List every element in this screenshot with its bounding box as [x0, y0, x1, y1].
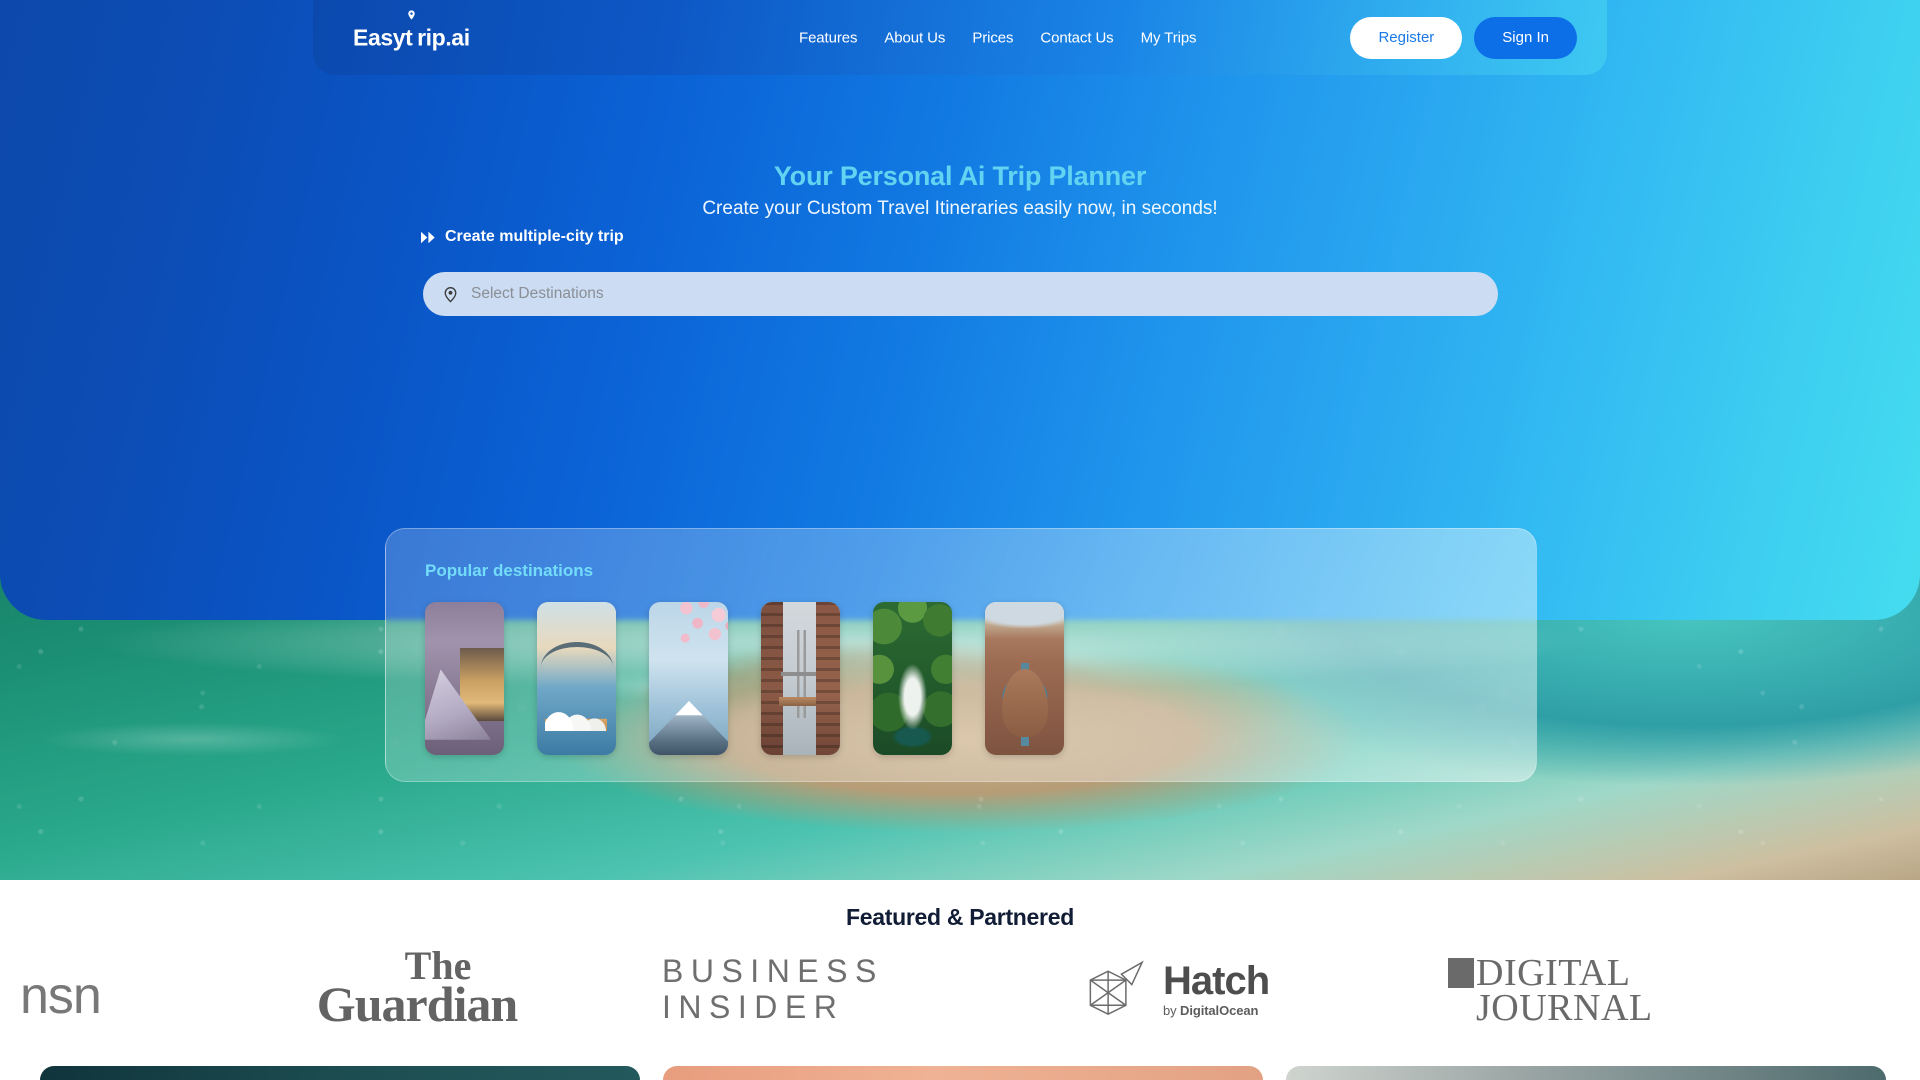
create-multicity-trip-label: Create multiple-city trip: [445, 228, 624, 245]
hatch-by-prefix: by: [1163, 1002, 1181, 1018]
nav-item-prices[interactable]: Prices: [972, 29, 1013, 46]
paris-louvre-image: [425, 602, 504, 755]
business-insider-line1: BUSINESS: [662, 953, 884, 989]
brand-name-t: t: [405, 24, 413, 50]
destination-thumb-sydney-opera-house[interactable]: [537, 602, 616, 755]
create-multicity-trip-link[interactable]: Create multiple-city trip: [421, 228, 624, 246]
destination-thumb-mount-fuji[interactable]: [649, 602, 728, 755]
digital-journal-line1: DIGITAL: [1448, 954, 1698, 992]
next-section-cards-peek: [0, 1066, 1920, 1080]
hatch-logo-byline: by DigitalOcean: [1163, 1003, 1269, 1018]
destination-thumb-manhattan-bridge[interactable]: [761, 602, 840, 755]
horseshoe-bend-image: [985, 602, 1064, 755]
featured-partnered-title: Featured & Partnered: [846, 904, 1074, 930]
fast-forward-icon: [421, 231, 435, 243]
peek-card-1[interactable]: [40, 1066, 640, 1080]
brand-logo[interactable]: Easy t rip.ai: [353, 9, 470, 51]
auth-buttons: Register Sign In: [1350, 16, 1577, 59]
the-guardian-logo[interactable]: The Guardian: [292, 945, 542, 1033]
popular-destinations-title: Popular destinations: [425, 561, 594, 580]
msn-logo[interactable]: nsn: [20, 966, 102, 1026]
destination-search-input[interactable]: [471, 285, 1479, 303]
brand-pin-t-wrap: t: [405, 9, 417, 51]
hatch-logo-name: Hatch: [1163, 958, 1270, 1003]
bridge-deck-detail: [779, 696, 823, 706]
digital-journal-logo[interactable]: DIGITAL JOURNAL: [1448, 954, 1698, 1029]
destination-thumb-jungle-waterfall[interactable]: [873, 602, 952, 755]
hero-subtitle: Create your Custom Travel Itineraries ea…: [702, 198, 1218, 219]
nav-item-features[interactable]: Features: [799, 29, 858, 46]
location-pin-icon: [408, 9, 415, 20]
destination-thumb-horseshoe-bend[interactable]: [985, 602, 1064, 755]
business-insider-line2: INSIDER: [662, 988, 845, 1025]
brand-name-part1: Easy: [353, 24, 406, 50]
guardian-logo-line2: Guardian: [316, 976, 518, 1033]
featured-partnered-section: Featured & Partnered nsn The Guardian BU…: [0, 880, 1920, 1080]
brand-name-part2: rip.ai: [417, 24, 470, 50]
nav-item-my-trips[interactable]: My Trips: [1141, 29, 1197, 46]
popular-destinations-list: [425, 602, 1064, 755]
sydney-opera-house-image: [537, 602, 616, 755]
hatch-by-brand: DigitalOcean: [1180, 1002, 1259, 1018]
digital-journal-line2: JOURNAL: [1476, 986, 1653, 1029]
hatch-logo[interactable]: Hatch by DigitalOcean: [1080, 952, 1310, 1026]
navbar: Easy t rip.ai Features About Us Prices C…: [313, 0, 1607, 75]
business-insider-logo[interactable]: BUSINESS INSIDER: [662, 953, 922, 1026]
hatch-diamond-icon: [1089, 960, 1144, 1015]
nav-item-contact-us[interactable]: Contact Us: [1040, 29, 1113, 46]
jungle-waterfall-image: [873, 602, 952, 755]
manhattan-bridge-image: [761, 602, 840, 755]
destination-search-bar[interactable]: [423, 272, 1498, 316]
nav-links: Features About Us Prices Contact Us My T…: [799, 29, 1197, 46]
popular-destinations-card: Popular destinations: [385, 528, 1537, 782]
digital-journal-square-icon: [1448, 958, 1474, 988]
peek-card-3[interactable]: [1286, 1066, 1886, 1080]
hero-title: Your Personal Ai Trip Planner: [773, 161, 1147, 191]
sign-in-button[interactable]: Sign In: [1474, 16, 1577, 59]
partner-logos-row: nsn The Guardian BUSINESS INSIDER Hatch …: [0, 945, 1920, 1038]
map-pin-icon: [444, 286, 457, 302]
mount-fuji-image: [649, 602, 728, 755]
peek-card-2[interactable]: [663, 1066, 1263, 1080]
register-button[interactable]: Register: [1350, 16, 1463, 59]
hero-section: Easy t rip.ai Features About Us Prices C…: [0, 0, 1920, 880]
hatch-logo-text: Hatch by DigitalOcean: [1163, 958, 1270, 1018]
nav-item-about-us[interactable]: About Us: [884, 29, 945, 46]
destination-thumb-paris-louvre[interactable]: [425, 602, 504, 755]
